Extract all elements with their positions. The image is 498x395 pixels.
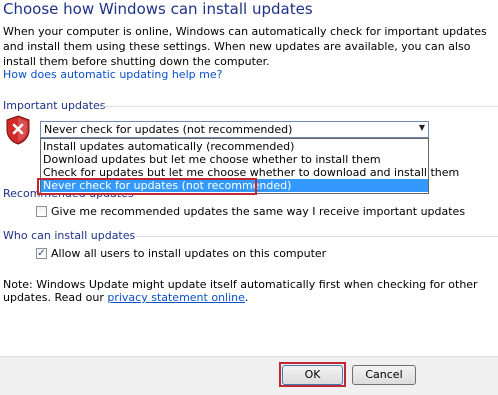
checkmark-icon: ✓ xyxy=(37,248,46,259)
dropdown-option-download-let-me-choose[interactable]: Download updates but let me choose wheth… xyxy=(41,153,428,166)
who-can-install-label: Who can install updates xyxy=(3,229,136,242)
highlight-never-check xyxy=(37,178,257,195)
help-link[interactable]: How does automatic updating help me? xyxy=(3,68,222,81)
allow-all-users-checkbox-label: Allow all users to install updates on th… xyxy=(51,247,327,260)
important-updates-label: Important updates xyxy=(3,99,106,112)
group-divider xyxy=(97,106,498,107)
privacy-statement-link[interactable]: privacy statement online xyxy=(107,291,245,304)
note-text: Note: Windows Update might update itself… xyxy=(3,278,495,304)
intro-text: When your computer is online, Windows ca… xyxy=(3,25,487,68)
update-setting-dropdown[interactable]: Never check for updates (not recommended… xyxy=(40,121,429,138)
chevron-down-icon: ▼ xyxy=(418,123,425,132)
note-end: . xyxy=(244,291,249,304)
allow-all-users-checkbox[interactable]: ✓ xyxy=(36,248,47,259)
dropdown-option-install-automatically[interactable]: Install updates automatically (recommend… xyxy=(41,140,428,153)
cancel-button[interactable]: Cancel xyxy=(352,365,416,385)
button-bar xyxy=(0,357,498,395)
highlight-ok-button xyxy=(279,362,346,387)
page-title: Choose how Windows can install updates xyxy=(3,0,313,18)
shield-error-icon xyxy=(6,115,30,145)
recommended-updates-checkbox-label: Give me recommended updates the same way… xyxy=(51,205,466,218)
group-divider xyxy=(136,236,498,237)
recommended-updates-checkbox[interactable] xyxy=(36,206,47,217)
dropdown-selected-value: Never check for updates (not recommended… xyxy=(44,123,293,136)
